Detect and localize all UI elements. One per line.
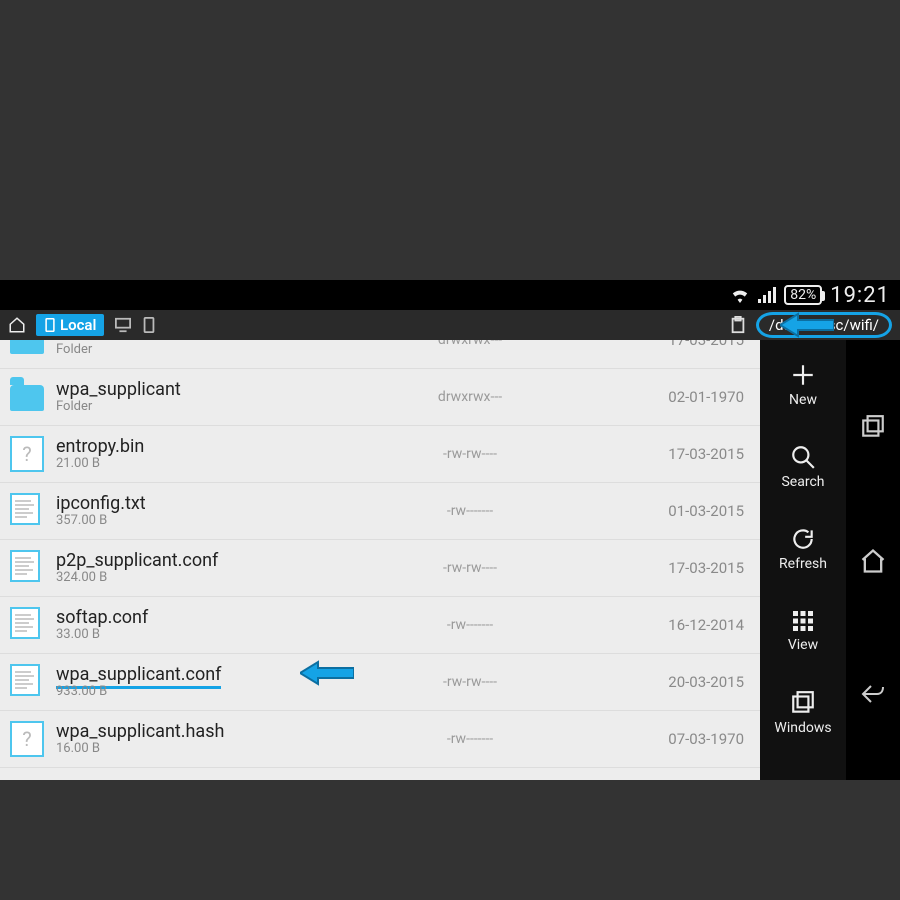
file-date: 16-12-2014 [624, 616, 750, 634]
tab-local[interactable]: Local [36, 314, 104, 336]
annotation-arrow-path [780, 312, 834, 338]
file-row[interactable]: ?wpa_supplicant.hash16.00 B-rw-------07-… [0, 711, 760, 768]
clock: 19:21 [830, 283, 890, 308]
view-label: View [788, 637, 818, 653]
file-meta: 33.00 B [56, 628, 316, 642]
file-permissions: -rw-rw---- [316, 446, 624, 462]
file-meta: Folder [56, 343, 316, 357]
search-button[interactable]: Search [760, 428, 846, 506]
windows-label: Windows [774, 720, 831, 736]
file-meta: Folder [56, 400, 316, 414]
file-date: 02-01-1970 [624, 388, 750, 406]
file-permissions: drwxrwx--- [316, 340, 624, 348]
search-label: Search [781, 474, 824, 490]
view-button[interactable]: View [760, 592, 846, 670]
file-date: 17-03-2015 [624, 559, 750, 577]
file-permissions: -rw-rw---- [316, 674, 624, 690]
file-row[interactable]: socketsFolderdrwxrwx---17-03-2015 [0, 340, 760, 369]
file-permissions: -rw------- [316, 617, 624, 633]
new-button[interactable]: New [760, 346, 846, 424]
file-meta: 324.00 B [56, 571, 316, 585]
device-icon[interactable] [142, 317, 156, 333]
file-date: 20-03-2015 [624, 673, 750, 691]
signal-icon [758, 287, 776, 303]
file-date: 17-03-2015 [624, 340, 750, 349]
annotation-arrow-file [300, 660, 354, 686]
file-row[interactable]: wpa_supplicant.conf933.00 B-rw-rw----20-… [0, 654, 760, 711]
file-permissions: -rw------- [316, 503, 624, 519]
recent-apps-icon[interactable] [860, 414, 886, 440]
file-name: entropy.bin [56, 437, 316, 457]
file-name: wpa_supplicant.conf [56, 665, 316, 685]
file-permissions: -rw------- [316, 731, 624, 747]
wifi-icon [730, 287, 750, 303]
file-date: 07-03-1970 [624, 730, 750, 748]
file-name: softap.conf [56, 608, 316, 628]
file-permissions: drwxrwx--- [316, 389, 624, 405]
file-meta: 16.00 B [56, 742, 316, 756]
file-list[interactable]: socketsFolderdrwxrwx---17-03-2015wpa_sup… [0, 340, 760, 780]
location-bar: Local /data/misc/wifi/ [0, 310, 900, 340]
file-date: 01-03-2015 [624, 502, 750, 520]
windows-button[interactable]: Windows [760, 674, 846, 752]
file-meta: 21.00 B [56, 457, 316, 471]
android-nav-bar [846, 340, 900, 780]
device-frame: 82% 19:21 Local /data/misc/wifi/ sockets… [0, 280, 900, 780]
file-row[interactable]: softap.conf33.00 B-rw-------16-12-2014 [0, 597, 760, 654]
battery-indicator: 82% [784, 285, 822, 305]
file-name: wpa_supplicant.hash [56, 722, 316, 742]
android-status-bar: 82% 19:21 [0, 280, 900, 310]
file-permissions: -rw-rw---- [316, 560, 624, 576]
home-nav-icon[interactable] [859, 547, 887, 575]
file-row[interactable]: p2p_supplicant.conf324.00 B-rw-rw----17-… [0, 540, 760, 597]
file-meta: 357.00 B [56, 514, 316, 528]
action-sidebar: New Search Refresh View Windows [760, 340, 846, 780]
file-name: p2p_supplicant.conf [56, 551, 316, 571]
file-date: 17-03-2015 [624, 445, 750, 463]
file-row[interactable]: ?entropy.bin21.00 B-rw-rw----17-03-2015 [0, 426, 760, 483]
clipboard-icon[interactable] [730, 316, 746, 334]
lan-icon[interactable] [114, 317, 132, 333]
refresh-label: Refresh [779, 556, 827, 572]
new-label: New [789, 392, 817, 408]
home-icon[interactable] [8, 316, 26, 334]
file-name: ipconfig.txt [56, 494, 316, 514]
file-row[interactable]: wpa_supplicantFolderdrwxrwx---02-01-1970 [0, 369, 760, 426]
back-nav-icon[interactable] [859, 682, 887, 706]
main-area: socketsFolderdrwxrwx---17-03-2015wpa_sup… [0, 340, 900, 780]
refresh-button[interactable]: Refresh [760, 510, 846, 588]
file-row[interactable]: ipconfig.txt357.00 B-rw-------01-03-2015 [0, 483, 760, 540]
tab-local-label: Local [60, 316, 96, 334]
file-name: wpa_supplicant [56, 380, 316, 400]
